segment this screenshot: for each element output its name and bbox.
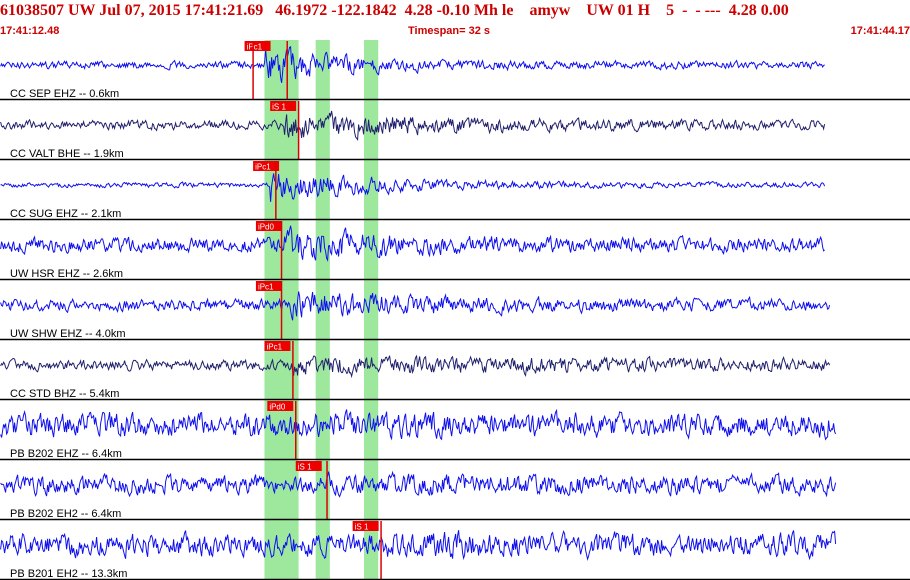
waveform-line (0, 408, 837, 441)
station-label: CC STD BHZ -- 5.4km (10, 388, 119, 400)
station-label: CC SEP EHZ -- 0.6km (10, 88, 119, 100)
station-label: PB B201 EH2 -- 13.3km (10, 568, 127, 580)
waveform-line (0, 291, 831, 321)
pick-label: iPd0 (258, 223, 275, 232)
analysis-window-1 (264, 40, 282, 580)
seismogram-panel[interactable]: iPc1 CC SEP EHZ -- 0.6km iS 1 CC VALT BHE -… (0, 40, 910, 580)
waveform-line (0, 530, 837, 561)
waveform-line (0, 225, 825, 262)
trace-row: iPc1 CC STD BHZ -- 5.4km (0, 341, 910, 401)
station-label: UW SHW EHZ -- 4.0km (10, 328, 126, 340)
waveform-line (0, 46, 825, 83)
trace-row: iPc1 CC SUG EHZ -- 2.1km (0, 161, 910, 221)
trace-row: iPd0 UW HSR EHZ -- 2.6km (0, 221, 910, 281)
station-label: CC VALT BHE -- 1.9km (10, 148, 124, 160)
pick-label: iS 1 (298, 463, 312, 472)
timespan-label: Timespan= 32 s (408, 25, 491, 37)
event-title: 61038507 UW Jul 07, 2015 17:41:21.69 46.… (0, 2, 789, 19)
trace-row: iS 1 PB B201 EH2 -- 13.3km (0, 521, 910, 580)
start-time-label: 17:41:12.48 (0, 25, 60, 37)
pick-label: iS 1 (355, 523, 369, 532)
trace-row: iS 1 CC VALT BHE -- 1.9km (0, 101, 910, 161)
pick-label: iPc1 (255, 163, 271, 172)
station-label: PB B202 EHZ -- 6.4km (10, 448, 122, 460)
trace-row: iPc1 UW SHW EHZ -- 4.0km (0, 281, 910, 341)
pick-label: iPc1 (247, 43, 263, 52)
station-label: PB B202 EH2 -- 6.4km (10, 508, 121, 520)
trace-row: iS 1 PB B202 EH2 -- 6.4km (0, 461, 910, 521)
trace-row: iPd0 PB B202 EHZ -- 6.4km (0, 401, 910, 461)
waveform-line (0, 110, 826, 142)
pick-label: iS 1 (272, 103, 286, 112)
waveform-line (0, 173, 826, 202)
pick-label: iPc1 (258, 283, 274, 292)
pick-label: iPd0 (269, 403, 286, 412)
station-label: CC SUG EHZ -- 2.1km (10, 208, 121, 220)
event-header: 61038507 UW Jul 07, 2015 17:41:21.69 46.… (0, 0, 910, 40)
end-time-label: 17:41:44.17 (850, 25, 910, 37)
pick-label: iPc1 (266, 343, 282, 352)
waveform-line (0, 354, 831, 379)
trace-row: iPc1 CC SEP EHZ -- 0.6km (0, 41, 910, 101)
waveform-line (0, 470, 837, 498)
station-label: UW HSR EHZ -- 2.6km (10, 268, 123, 280)
